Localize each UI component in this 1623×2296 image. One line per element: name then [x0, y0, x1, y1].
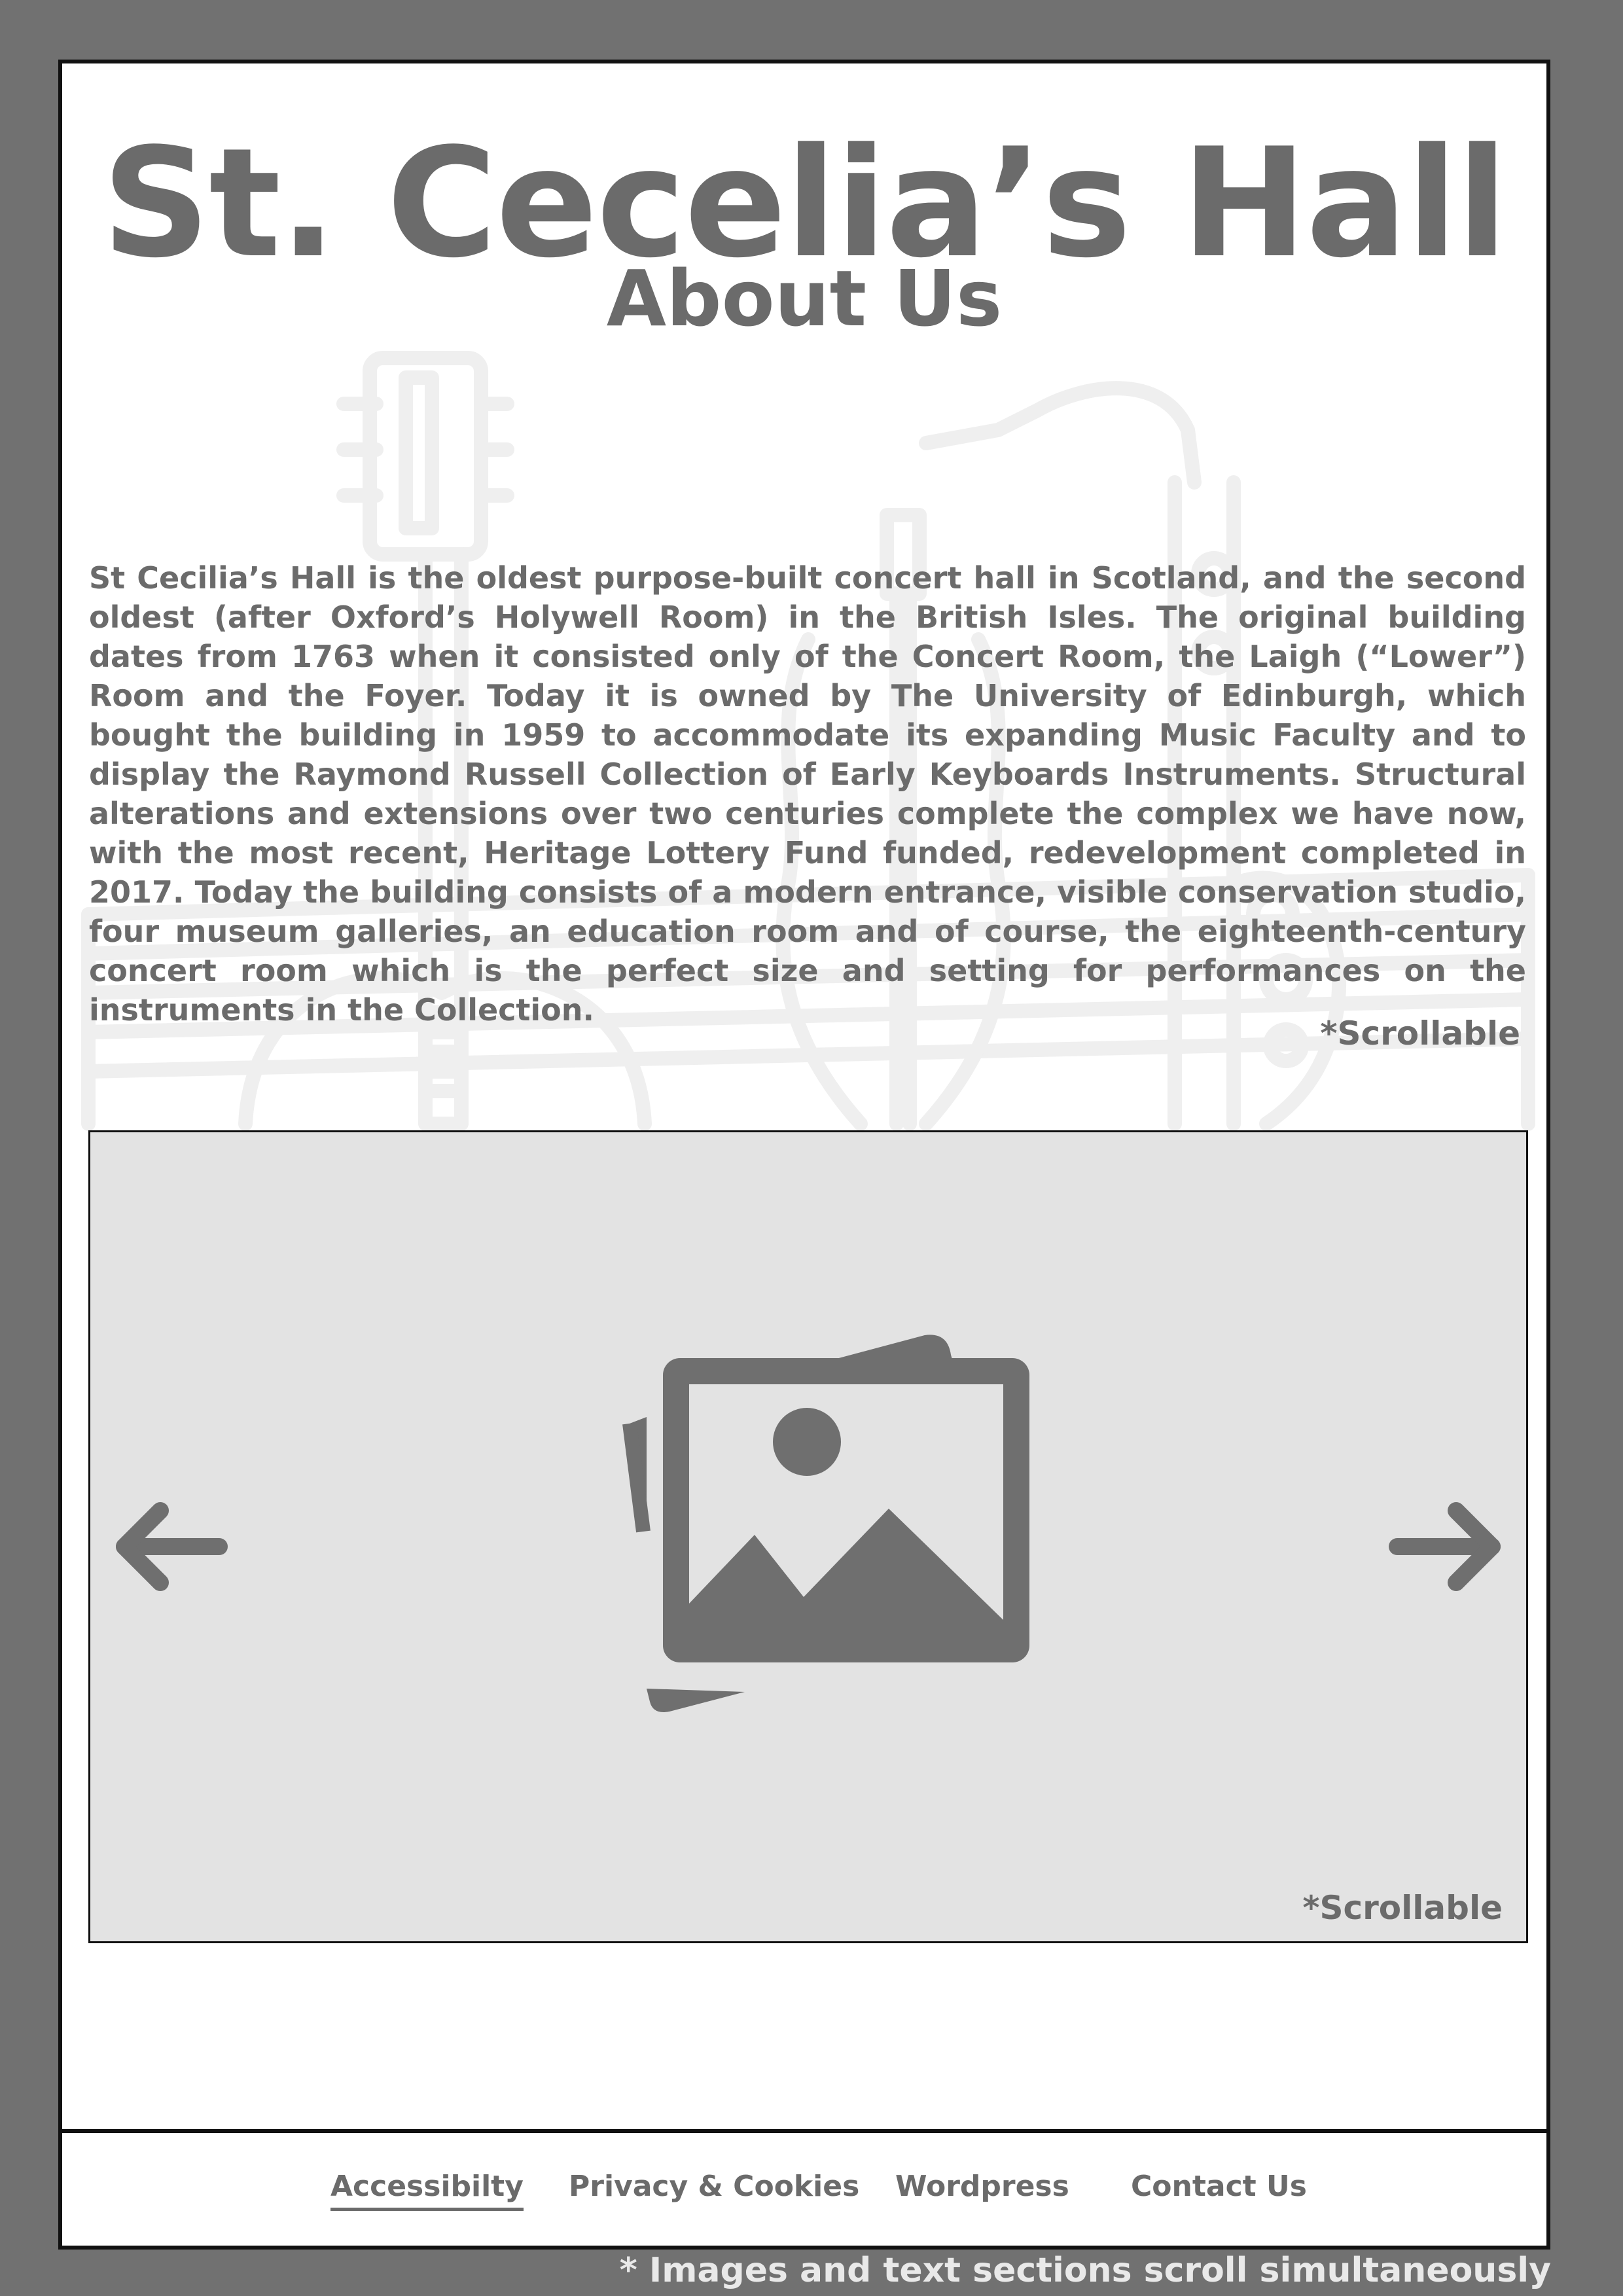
footer-link-wordpress[interactable]: Wordpress	[895, 2172, 1069, 2201]
footer-link-accessibility[interactable]: Accessibilty	[330, 2172, 524, 2211]
image-placeholder-icon	[622, 1335, 1029, 1712]
main-frame: St. Cecelia’s Hall About Us St Cecilia’s…	[58, 60, 1550, 2133]
images-scrollable-note: *Scrollable	[1302, 1889, 1503, 1927]
arrow-right-icon[interactable]	[1387, 1498, 1512, 1596]
arrow-left-icon[interactable]	[105, 1498, 229, 1596]
footer-nav: Accessibilty Privacy & Cookies Wordpress…	[62, 2133, 1546, 2246]
scroll-sync-note: * Images and text sections scroll simult…	[619, 2251, 1551, 2290]
footer-link-contact-us[interactable]: Contact Us	[1131, 2172, 1307, 2201]
text-scrollable-note: *Scrollable	[1320, 1014, 1520, 1052]
image-carousel[interactable]: *Scrollable	[88, 1130, 1528, 1943]
about-text[interactable]: St Cecilia’s Hall is the oldest purpose-…	[89, 558, 1526, 1030]
footer-link-privacy-cookies[interactable]: Privacy & Cookies	[569, 2172, 859, 2201]
page-subtitle: About Us	[606, 253, 1003, 344]
footer: Accessibilty Privacy & Cookies Wordpress…	[58, 2129, 1550, 2250]
